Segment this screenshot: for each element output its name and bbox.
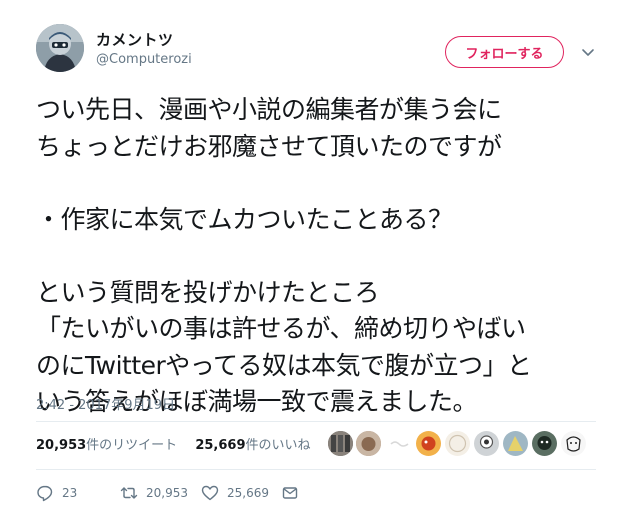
divider-top: [36, 421, 596, 422]
follow-button-label: フォローする: [465, 46, 544, 62]
liker-avatar[interactable]: [355, 430, 382, 457]
like-button[interactable]: 25,669: [201, 484, 269, 502]
avatar[interactable]: [36, 24, 84, 72]
retweet-stat-count: 20,953: [36, 438, 87, 453]
retweet-button[interactable]: 20,953: [120, 484, 188, 502]
retweet-icon: [120, 487, 138, 499]
reply-button[interactable]: 23: [36, 484, 77, 502]
liker-avatar[interactable]: [502, 430, 529, 457]
tweet-stats: 20,953件のリツイート 25,669件のいいね: [36, 434, 325, 453]
tweet-timestamp[interactable]: 2:42 - 2017年9月19日: [36, 394, 175, 413]
retweet-stat-label: 件のリツイート: [86, 438, 178, 453]
like-count: 25,669: [227, 486, 269, 500]
direct-message-button[interactable]: [281, 484, 307, 502]
divider-bottom: [36, 469, 596, 470]
liker-avatar[interactable]: [415, 430, 442, 457]
retweet-count: 20,953: [146, 486, 188, 500]
liker-avatar[interactable]: [531, 430, 558, 457]
liker-avatar[interactable]: [473, 430, 500, 457]
user-handle[interactable]: @Computerozi: [96, 52, 192, 67]
like-stat[interactable]: 25,669件のいいね: [195, 434, 310, 453]
chevron-down-icon[interactable]: [580, 44, 596, 60]
liker-avatar[interactable]: [386, 430, 413, 457]
like-stat-label: 件のいいね: [245, 438, 311, 453]
retweet-stat[interactable]: 20,953件のリツイート: [36, 434, 177, 453]
tweet-text: つい先日、漫画や小説の編集者が集う会に ちょっとだけお邪魔させて頂いたのですが …: [36, 95, 532, 416]
liker-avatar[interactable]: [327, 430, 354, 457]
display-name[interactable]: カメントツ: [96, 29, 174, 50]
liker-avatar[interactable]: [444, 430, 471, 457]
avatar-image: [36, 24, 84, 72]
heart-icon: [201, 485, 219, 501]
reply-count: 23: [62, 486, 78, 500]
envelope-icon: [282, 487, 298, 499]
reply-icon: [37, 485, 53, 502]
follow-button[interactable]: フォローする: [445, 36, 564, 68]
liker-avatar[interactable]: [560, 430, 587, 457]
like-stat-count: 25,669: [195, 438, 246, 453]
